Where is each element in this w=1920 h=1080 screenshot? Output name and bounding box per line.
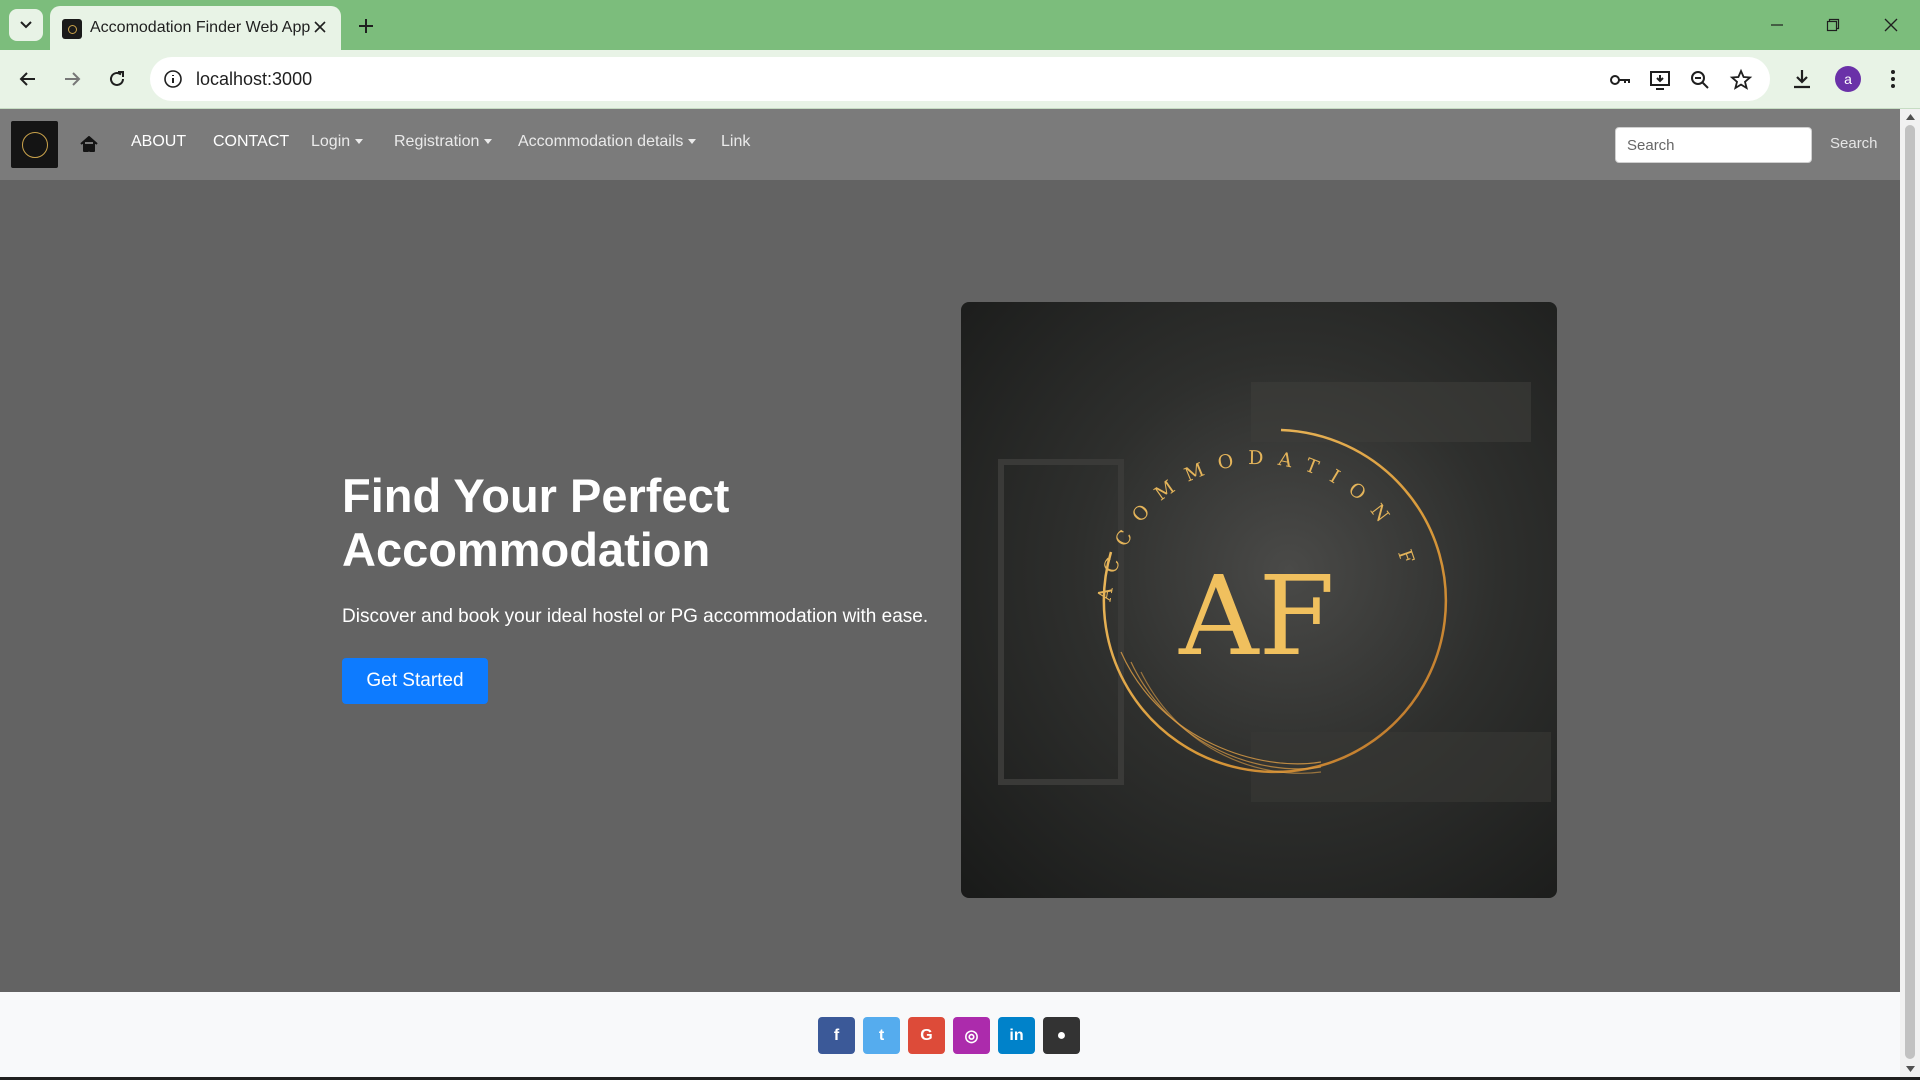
forward-button[interactable] [55, 62, 89, 96]
nav-registration-label: Registration [394, 133, 480, 150]
brand-logo[interactable] [11, 121, 58, 168]
downloads-button[interactable] [1785, 62, 1819, 96]
reload-button[interactable] [100, 62, 134, 96]
caret-down-icon [355, 139, 364, 145]
logo-monogram: AF [1178, 552, 1335, 680]
restore-icon [1826, 18, 1840, 32]
profile-button[interactable]: a [1831, 62, 1865, 96]
kebab-menu-icon [1891, 70, 1895, 88]
bookmark-star-icon[interactable] [1728, 67, 1754, 93]
page-viewport: ABOUT CONTACT Login Registration Accommo… [0, 109, 1900, 1077]
accommodation-finder-logo: ACCOMMODATION FINDER AF [961, 302, 1551, 802]
nav-accommodation-label: Accommodation details [518, 133, 684, 150]
linkedin-icon[interactable]: in [998, 1017, 1035, 1054]
minimize-button[interactable] [1755, 8, 1799, 42]
tab-title: Accomodation Finder Web App [90, 19, 311, 36]
close-window-button[interactable] [1869, 8, 1913, 42]
favicon-icon [62, 19, 82, 39]
nav-link[interactable]: Link [721, 133, 750, 151]
hero-title: Find Your Perfect Accommodation [342, 469, 730, 576]
search-input[interactable] [1615, 127, 1812, 163]
home-link[interactable] [78, 133, 100, 155]
arrow-right-icon [65, 72, 81, 86]
new-tab-button[interactable] [352, 12, 380, 40]
close-icon [1884, 18, 1898, 32]
nav-about-link[interactable]: ABOUT [131, 133, 186, 151]
home-icon [80, 136, 98, 152]
plus-icon [359, 19, 373, 33]
site-info-icon[interactable] [160, 66, 186, 92]
google-icon[interactable]: G [908, 1017, 945, 1054]
url-text: localhost:3000 [196, 69, 313, 89]
scroll-down-icon[interactable] [1904, 1063, 1916, 1075]
download-icon [1794, 70, 1810, 89]
nav-contact-link[interactable]: CONTACT [213, 133, 289, 151]
github-icon[interactable]: ● [1043, 1017, 1080, 1054]
avatar: a [1835, 66, 1861, 92]
chevron-down-icon [20, 21, 32, 29]
caret-down-icon [484, 139, 493, 145]
browser-tab[interactable]: Accomodation Finder Web App [50, 6, 341, 50]
browser-menu-button[interactable] [1876, 62, 1910, 96]
scroll-up-icon[interactable] [1904, 111, 1916, 123]
scroll-thumb[interactable] [1905, 125, 1915, 1059]
password-key-icon[interactable] [1607, 67, 1633, 93]
reload-icon [110, 71, 124, 86]
address-bar[interactable]: localhost:3000 [150, 57, 1770, 101]
nav-login-dropdown[interactable]: Login [311, 133, 364, 151]
tab-search-button[interactable] [9, 9, 43, 41]
caret-down-icon [688, 139, 697, 145]
get-started-button[interactable]: Get Started [342, 658, 488, 704]
zoom-icon[interactable] [1687, 67, 1713, 93]
site-navbar: ABOUT CONTACT Login Registration Accommo… [0, 109, 1900, 180]
tab-close-icon[interactable] [309, 16, 331, 38]
twitter-icon[interactable]: t [863, 1017, 900, 1054]
browser-tabstrip: Accomodation Finder Web App [0, 0, 1920, 50]
restore-button[interactable] [1811, 8, 1855, 42]
minimize-icon [1771, 24, 1783, 26]
instagram-icon[interactable]: ◎ [953, 1017, 990, 1054]
browser-toolbar: localhost:3000 a [0, 50, 1920, 109]
arrow-left-icon [19, 72, 35, 86]
nav-login-label: Login [311, 133, 351, 150]
nav-registration-dropdown[interactable]: Registration [394, 133, 493, 151]
nav-accommodation-dropdown[interactable]: Accommodation details [518, 133, 697, 151]
search-button[interactable]: Search [1830, 135, 1878, 152]
hero-subtitle: Discover and book your ideal hostel or P… [342, 606, 929, 627]
back-button[interactable] [11, 62, 45, 96]
page-scrollbar[interactable] [1900, 109, 1920, 1077]
footer: f t G ◎ in ● [0, 992, 1900, 1077]
hero-logo-image: ACCOMMODATION FINDER AF [961, 302, 1557, 898]
facebook-icon[interactable]: f [818, 1017, 855, 1054]
install-app-icon[interactable] [1647, 67, 1673, 93]
